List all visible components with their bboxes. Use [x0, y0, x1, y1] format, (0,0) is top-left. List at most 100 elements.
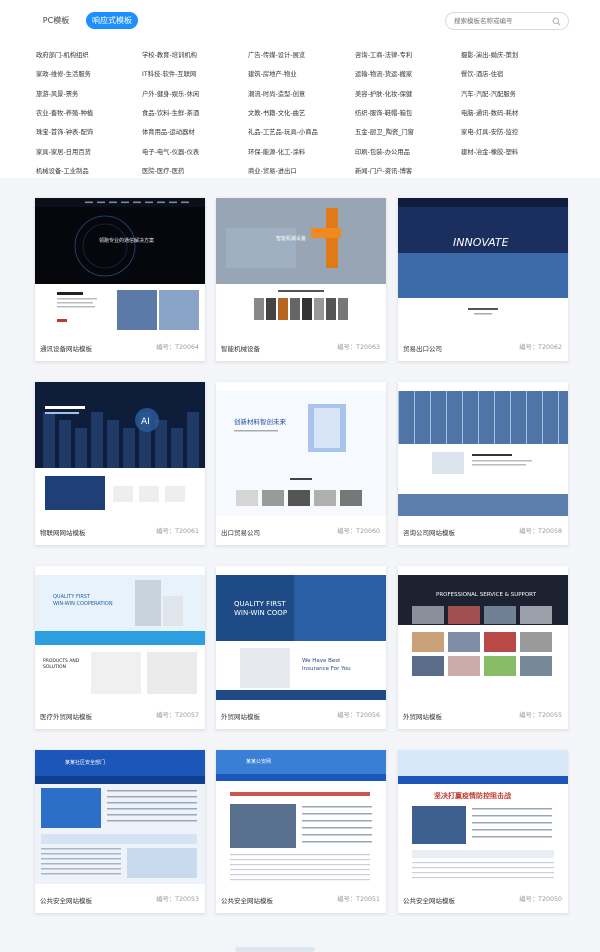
category-link[interactable]: 文教-书籍-文化-曲艺 [248, 109, 305, 119]
category-link[interactable]: 农业-畜牧-养殖-种植 [36, 109, 93, 119]
template-thumbnail[interactable]: PROFESSIONAL SERVICE & SUPPORT [398, 566, 568, 700]
category-link[interactable]: 学校-教育-培训机构 [142, 51, 197, 61]
template-number: 编号：T20062 [519, 344, 562, 351]
template-name[interactable]: 公共安全网站模板 [40, 895, 92, 905]
template-thumbnail[interactable]: 坚决打赢疫情防控阻击战 [398, 750, 568, 884]
search-icon[interactable] [552, 17, 561, 26]
template-name[interactable]: 外贸网站模板 [221, 711, 260, 721]
template-thumbnail[interactable]: 某某公安网 [216, 750, 386, 884]
svg-text:创新材料智创未来: 创新材料智创未来 [234, 417, 287, 426]
template-name[interactable]: 外贸网站模板 [403, 711, 442, 721]
template-thumbnail[interactable]: 创新材料智创未来 [216, 382, 386, 516]
category-link[interactable]: 户外-健身-娱乐-休闲 [142, 90, 199, 100]
category-link[interactable]: 礼品-工艺品-玩具-小商品 [248, 128, 318, 138]
template-preview-image: QUALITY FIRST WIN-WIN COOP We Have Best … [216, 566, 386, 700]
category-link[interactable]: 食品-饮料-生鲜-茶酒 [142, 109, 199, 119]
template-card[interactable]: AI 物联网网站模板 编号：T20061 [35, 382, 205, 545]
template-number: 编号：T20061 [156, 528, 199, 535]
category-link[interactable]: IT科技-软件-互联网 [142, 70, 196, 80]
category-link[interactable]: 体育用品-运动器材 [142, 128, 195, 138]
search-box[interactable] [445, 12, 569, 30]
template-thumbnail[interactable]: 领跑专业的通信解决方案 [35, 198, 205, 332]
template-card[interactable]: 创新材料智创未来 出口贸易公司 编号：T20060 [216, 382, 386, 545]
template-thumbnail[interactable]: INNOVATE [398, 198, 568, 332]
template-number: 编号：T20060 [337, 528, 380, 535]
svg-text:INNOVATE: INNOVATE [453, 236, 509, 249]
template-name[interactable]: 出口贸易公司 [221, 527, 260, 537]
top-bar: PC模板 响应式模板 [0, 0, 600, 40]
svg-text:坚决打赢疫情防控阻击战: 坚决打赢疫情防控阻击战 [434, 791, 511, 800]
category-link[interactable]: 政府部门-机构组织 [36, 51, 89, 61]
template-card[interactable]: 某某社区安全部门 公共安全网站模板 编号：T20053 [35, 750, 205, 913]
category-link[interactable]: 家政-维修-生活服务 [36, 70, 91, 80]
category-link[interactable]: 五金-厨卫_陶瓷_门窗 [355, 128, 414, 138]
svg-text:某某社区安全部门: 某某社区安全部门 [65, 759, 105, 766]
tab-pc-templates[interactable]: PC模板 [33, 12, 79, 29]
category-link[interactable]: 医院-医疗-医药 [142, 167, 184, 177]
tab-responsive-templates[interactable]: 响应式模板 [86, 12, 138, 29]
template-thumbnail[interactable]: AI [35, 382, 205, 516]
svg-text:某某公安网: 某某公安网 [246, 758, 271, 765]
category-link[interactable]: 电子-电气-仪器-仪表 [142, 148, 199, 158]
search-input[interactable] [454, 15, 550, 27]
category-link[interactable]: 广告-传媒-设计-展览 [248, 51, 305, 61]
svg-text:AI: AI [141, 417, 150, 427]
svg-text:WIN-WIN COOPERATION: WIN-WIN COOPERATION [53, 601, 113, 607]
template-name[interactable]: 公共安全网站模板 [221, 895, 273, 905]
template-name[interactable]: 智能机械设备 [221, 343, 260, 353]
svg-text:PROFESSIONAL SERVICE & SUPPORT: PROFESSIONAL SERVICE & SUPPORT [436, 592, 537, 598]
template-preview-image: PROFESSIONAL SERVICE & SUPPORT [398, 566, 568, 700]
category-link[interactable]: 潮流-时尚-造型-创意 [248, 90, 305, 100]
category-link[interactable]: 商业-贸易-进出口 [248, 167, 297, 177]
template-number: 编号：T20053 [156, 896, 199, 903]
category-link[interactable]: 机械设备-工业制品 [36, 167, 89, 177]
category-link[interactable]: 咨询-工商-法律-专利 [355, 51, 412, 61]
category-link[interactable]: 旅游-风景-票务 [36, 90, 78, 100]
category-link[interactable]: 家电-灯具-安防-监控 [461, 128, 518, 138]
template-card[interactable]: 坚决打赢疫情防控阻击战 公共安全网站模板 编号：T20050 [398, 750, 568, 913]
template-card[interactable]: QUALITY FIRST WIN-WIN COOPERATION PRODUC… [35, 566, 205, 729]
template-number: 编号：T20051 [337, 896, 380, 903]
template-number: 编号：T20058 [519, 528, 562, 535]
template-name[interactable]: 医疗外贸网站模板 [40, 711, 92, 721]
category-link[interactable]: 建筑-房地产-物业 [248, 70, 297, 80]
template-number: 编号：T20063 [337, 344, 380, 351]
template-card[interactable]: 某某公安网 公共安全网站模板 编号：T20051 [216, 750, 386, 913]
template-preview-image: 坚决打赢疫情防控阻击战 [398, 750, 568, 884]
category-link[interactable]: 汽车-汽配-汽配服务 [461, 90, 516, 100]
template-number: 编号：T20055 [519, 712, 562, 719]
category-link[interactable]: 纺织-服饰-鞋帽-箱包 [355, 109, 412, 119]
template-card[interactable]: 领跑专业的通信解决方案 通讯设备网站模板 编号：T20064 [35, 198, 205, 361]
svg-text:智能机械设备: 智能机械设备 [276, 235, 306, 242]
category-link[interactable]: 美容-护肤-化妆-保健 [355, 90, 412, 100]
template-card[interactable]: QUALITY FIRST WIN-WIN COOP We Have Best … [216, 566, 386, 729]
template-card[interactable]: 咨询公司网站模板 编号：T20058 [398, 382, 568, 545]
template-name[interactable]: 物联网网站模板 [40, 527, 86, 537]
pagination-bar[interactable] [235, 947, 315, 952]
template-card[interactable]: PROFESSIONAL SERVICE & SUPPORT 外贸网站模板 编号… [398, 566, 568, 729]
category-link[interactable]: 家具-家居-日用百货 [36, 148, 91, 158]
category-link[interactable]: 新闻-门户-资讯-博客 [355, 167, 412, 177]
template-thumbnail[interactable]: QUALITY FIRST WIN-WIN COOP We Have Best … [216, 566, 386, 700]
template-thumbnail[interactable]: 某某社区安全部门 [35, 750, 205, 884]
template-name[interactable]: 咨询公司网站模板 [403, 527, 455, 537]
category-link[interactable]: 摄影-演出-婚庆-策划 [461, 51, 518, 61]
category-link[interactable]: 环保-能源-化工-涂料 [248, 148, 305, 158]
template-thumbnail[interactable]: 智能机械设备 [216, 198, 386, 332]
template-name[interactable]: 通讯设备网站模板 [40, 343, 92, 353]
svg-text:We Have Best: We Have Best [302, 658, 341, 664]
template-card[interactable]: 智能机械设备 智能机械设备 编号：T20063 [216, 198, 386, 361]
template-preview-image [398, 382, 568, 516]
template-name[interactable]: 公共安全网站模板 [403, 895, 455, 905]
category-link[interactable]: 珠宝-首饰-钟表-配饰 [36, 128, 93, 138]
svg-text:WIN-WIN COOP: WIN-WIN COOP [234, 609, 287, 617]
category-link[interactable]: 建材-冶金-橡胶-塑料 [461, 148, 518, 158]
category-link[interactable]: 餐饮-酒店-住宿 [461, 70, 503, 80]
category-link[interactable]: 运输-物流-货运-搬家 [355, 70, 412, 80]
template-thumbnail[interactable] [398, 382, 568, 516]
template-card[interactable]: INNOVATE 贸易出口公司 编号：T20062 [398, 198, 568, 361]
template-name[interactable]: 贸易出口公司 [403, 343, 442, 353]
template-thumbnail[interactable]: QUALITY FIRST WIN-WIN COOPERATION PRODUC… [35, 566, 205, 700]
category-link[interactable]: 印刷-包装-办公用品 [355, 148, 410, 158]
category-link[interactable]: 电脑-通讯-数码-耗材 [461, 109, 518, 119]
